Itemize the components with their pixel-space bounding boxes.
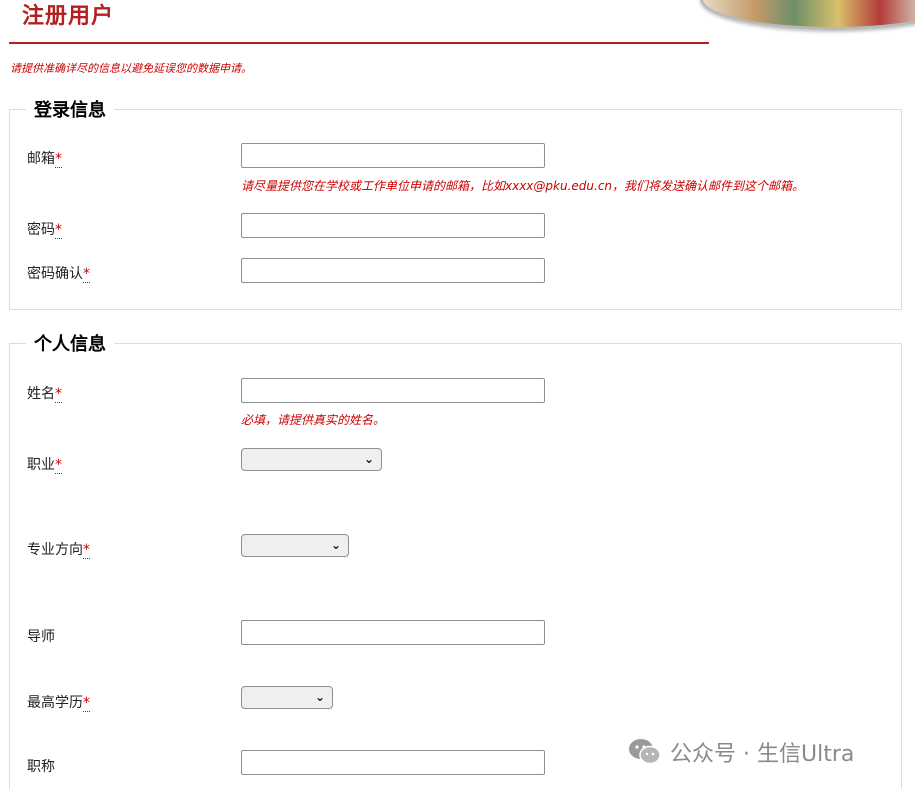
name-label: 姓名* (27, 383, 62, 403)
email-field[interactable] (241, 143, 545, 168)
email-label: 邮箱* (27, 148, 62, 168)
title-label: 职称 (27, 756, 55, 776)
major-label: 专业方向* (27, 539, 90, 559)
watermark: 公众号 · 生信Ultra (628, 736, 854, 768)
required-marker: * (83, 542, 90, 559)
title-field[interactable] (241, 750, 545, 775)
password-confirm-label-text: 密码确认 (27, 266, 83, 282)
education-label-text: 最高学历 (27, 695, 83, 711)
required-marker: * (83, 266, 90, 283)
password-label: 密码* (27, 219, 62, 239)
watermark-text: 公众号 · 生信Ultra (670, 742, 855, 767)
wechat-icon (629, 739, 661, 765)
major-select[interactable]: ⌄ (241, 534, 349, 557)
name-label-text: 姓名 (27, 386, 55, 402)
page-title: 注册用户 (22, 4, 115, 29)
advisor-label-text: 导师 (27, 629, 55, 645)
password-confirm-label: 密码确认* (27, 263, 90, 283)
chevron-down-icon: ⌄ (363, 452, 374, 466)
accuracy-notice: 请提供准确详尽的信息以避免延误您的数据申请。 (10, 62, 252, 75)
email-label-text: 邮箱 (27, 151, 55, 167)
required-marker: * (55, 222, 62, 239)
name-hint: 必填，请提供真实的姓名。 (241, 413, 386, 427)
occupation-select[interactable]: ⌄ (241, 448, 382, 471)
password-label-text: 密码 (27, 222, 55, 238)
advisor-label: 导师 (27, 626, 55, 646)
password-field[interactable] (241, 213, 545, 238)
header-banner-image (700, 0, 915, 30)
occupation-label-text: 职业 (27, 457, 55, 473)
required-marker: * (55, 151, 62, 168)
chevron-down-icon: ⌄ (330, 538, 341, 552)
register-page: 注册用户 请提供准确详尽的信息以避免延误您的数据申请。 登录信息 邮箱* 请尽量… (0, 0, 915, 789)
occupation-label: 职业* (27, 454, 62, 474)
title-divider (9, 42, 709, 44)
name-field[interactable] (241, 378, 545, 403)
education-select[interactable]: ⌄ (241, 686, 333, 709)
required-marker: * (55, 457, 62, 474)
email-hint: 请尽量提供您在学校或工作单位申请的邮箱，比如xxxx@pku.edu.cn，我们… (241, 179, 805, 193)
login-info-legend: 登录信息 (34, 100, 106, 121)
title-label-text: 职称 (27, 759, 55, 775)
advisor-field[interactable] (241, 620, 545, 645)
required-marker: * (83, 695, 90, 712)
major-label-text: 专业方向 (27, 542, 83, 558)
password-confirm-field[interactable] (241, 258, 545, 283)
education-label: 最高学历* (27, 692, 90, 712)
chevron-down-icon: ⌄ (314, 690, 325, 704)
personal-info-legend: 个人信息 (34, 334, 106, 355)
required-marker: * (55, 386, 62, 403)
